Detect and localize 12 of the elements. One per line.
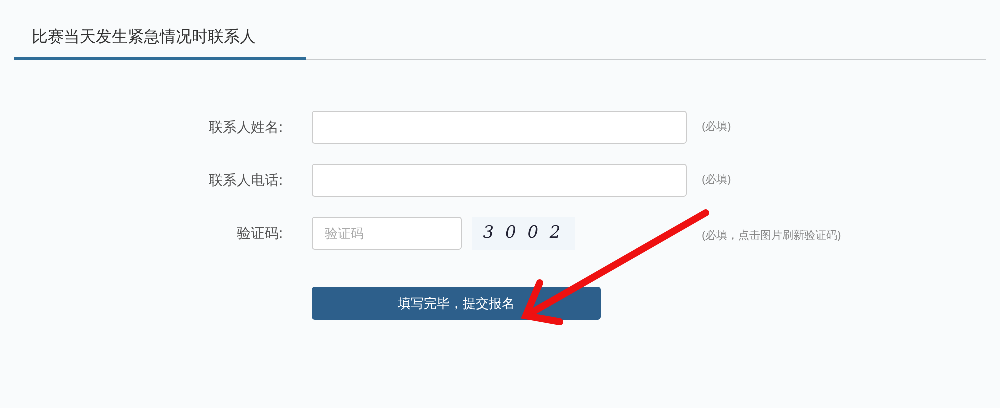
field-label: 验证码: — [236, 224, 283, 243]
section-title: 比赛当天发生紧急情况时联系人 — [14, 26, 306, 60]
input-field[interactable]: 验证码 — [312, 217, 462, 250]
field-label: 联系人电话: — [208, 171, 283, 190]
required-note: (必填) — [702, 120, 732, 136]
input-field[interactable] — [312, 111, 687, 144]
required-note: (必填) — [702, 172, 732, 188]
captcha-image[interactable]: 3 0 0 2 — [472, 217, 575, 250]
input-field[interactable] — [312, 164, 687, 197]
required-note: (必填，点击图片刷新验证码) — [702, 228, 842, 244]
field-label: 联系人姓名: — [208, 118, 283, 137]
submit-button[interactable]: 填写完毕，提交报名 — [312, 287, 601, 320]
